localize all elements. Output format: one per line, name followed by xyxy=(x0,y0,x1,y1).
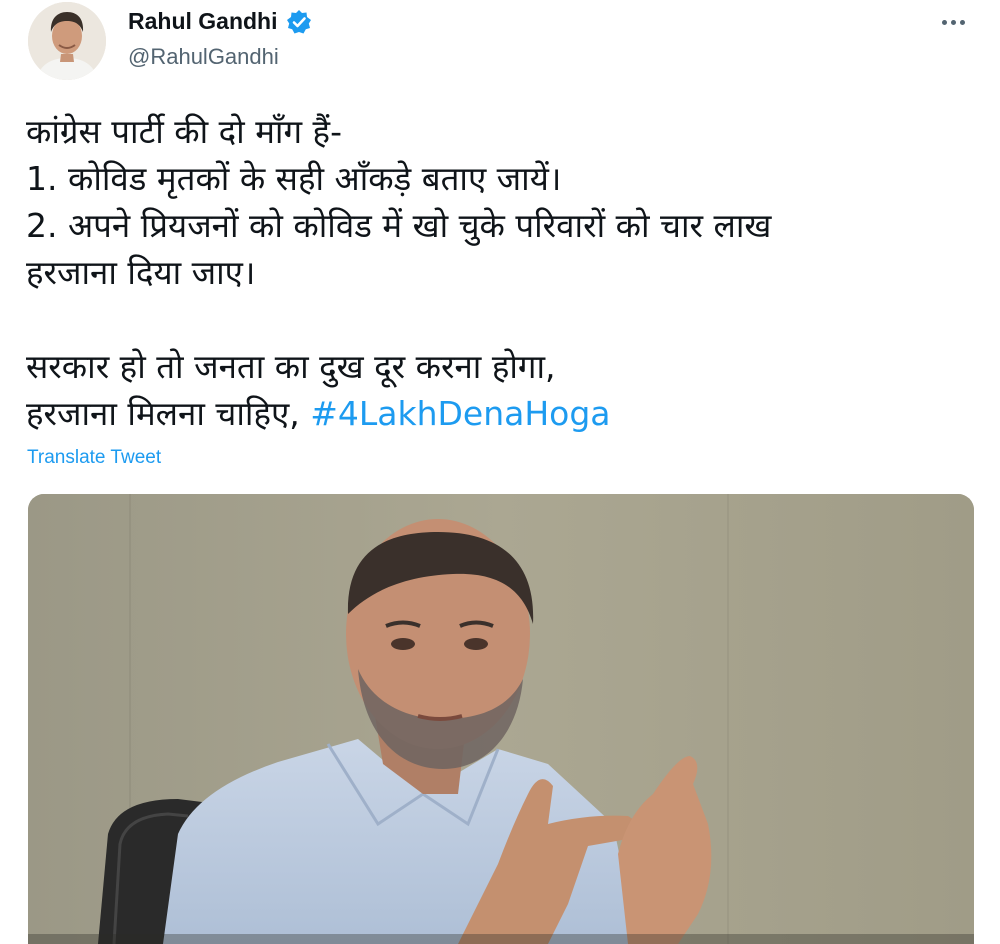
translate-tweet-link[interactable]: Translate Tweet xyxy=(27,447,161,469)
video-still-image xyxy=(28,494,974,944)
author-name[interactable]: Rahul Gandhi xyxy=(128,8,278,35)
hashtag-link[interactable]: #4LakhDenaHoga xyxy=(310,394,610,433)
avatar[interactable] xyxy=(28,2,106,80)
tweet: Rahul Gandhi @RahulGandhi कांग्रेस पार्ट… xyxy=(0,0,1000,944)
more-options-icon[interactable] xyxy=(936,10,970,34)
tweet-media-image[interactable] xyxy=(28,494,974,944)
tweet-line: 2. अपने प्रियजनों को कोविड में खो चुके प… xyxy=(26,206,772,245)
verified-badge-icon xyxy=(286,9,312,35)
tweet-last-line: हरजाना मिलना चाहिए, #4LakhDenaHoga xyxy=(26,390,966,437)
tweet-line-text: हरजाना मिलना चाहिए, xyxy=(26,394,311,433)
tweet-line: 1. कोविड मृतकों के सही आँकड़े बताए जायें… xyxy=(26,159,562,198)
tweet-text: कांग्रेस पार्टी की दो माँग हैं- 1. कोविड… xyxy=(26,108,966,437)
tweet-line: हरजाना दिया जाए। xyxy=(26,253,256,292)
author-handle[interactable]: @RahulGandhi xyxy=(128,44,279,70)
tweet-line: सरकार हो तो जनता का दुख दूर करना होगा, xyxy=(26,347,556,386)
profile-photo-icon xyxy=(28,2,106,80)
tweet-line: कांग्रेस पार्टी की दो माँग हैं- xyxy=(26,112,342,151)
author-name-row[interactable]: Rahul Gandhi xyxy=(128,8,312,35)
